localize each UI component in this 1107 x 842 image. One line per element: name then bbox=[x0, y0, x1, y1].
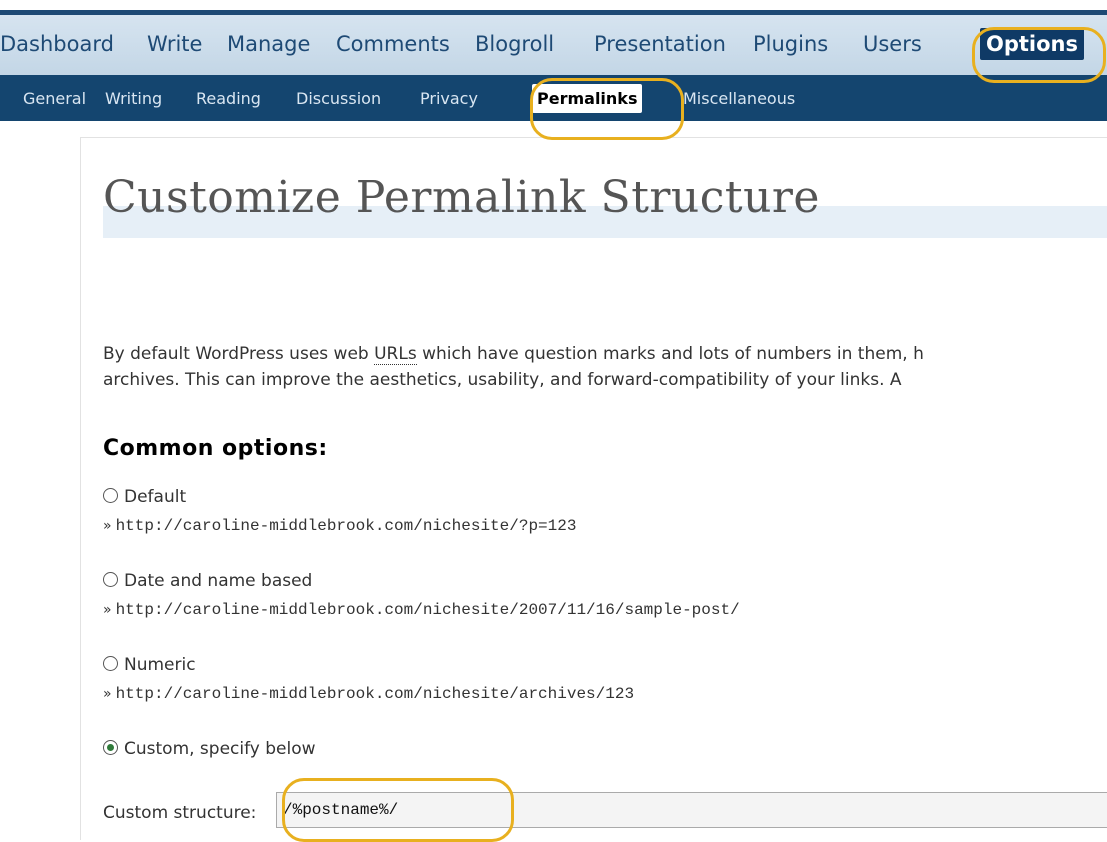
option-date-name-url: http://caroline-middlebrook.com/nichesit… bbox=[115, 601, 740, 619]
menu-item-plugins[interactable]: Plugins bbox=[753, 32, 828, 56]
option-date-name[interactable]: Date and name based bbox=[103, 571, 312, 591]
raquo-icon: » bbox=[103, 686, 112, 702]
raquo-icon: » bbox=[103, 602, 112, 618]
option-numeric-url: http://caroline-middlebrook.com/nichesit… bbox=[115, 685, 635, 703]
radio-default[interactable] bbox=[103, 488, 118, 503]
radio-custom[interactable] bbox=[103, 740, 118, 755]
intro-line-1: By default WordPress uses web URLs which… bbox=[103, 341, 1107, 367]
submenu-item-reading[interactable]: Reading bbox=[196, 89, 261, 108]
submenu-item-discussion[interactable]: Discussion bbox=[296, 89, 381, 108]
menu-item-presentation[interactable]: Presentation bbox=[594, 32, 726, 56]
option-numeric-label: Numeric bbox=[124, 655, 196, 675]
submenu-item-privacy[interactable]: Privacy bbox=[420, 89, 478, 108]
option-custom[interactable]: Custom, specify below bbox=[103, 739, 316, 759]
option-default-label: Default bbox=[124, 487, 187, 507]
intro-text-start: By default WordPress uses web bbox=[103, 344, 375, 364]
menu-item-options[interactable]: Options bbox=[980, 28, 1084, 60]
menu-item-manage[interactable]: Manage bbox=[227, 32, 310, 56]
intro-line-2: archives. This can improve the aesthetic… bbox=[103, 370, 902, 390]
custom-structure-label: Custom structure: bbox=[103, 803, 257, 823]
intro-text-end: which have question marks and lots of nu… bbox=[416, 344, 924, 364]
intro-paragraph: By default WordPress uses web URLs which… bbox=[103, 341, 1107, 393]
option-default-example: » http://caroline-middlebrook.com/nichesi… bbox=[103, 517, 576, 535]
submenu-item-permalinks[interactable]: Permalinks bbox=[532, 84, 643, 113]
admin-submenu: General Writing Reading Discussion Priva… bbox=[0, 75, 1107, 121]
page-title: Customize Permalink Structure bbox=[103, 172, 820, 223]
menu-item-write[interactable]: Write bbox=[147, 32, 202, 56]
radio-date-name[interactable] bbox=[103, 572, 118, 587]
urls-abbreviation: URLs bbox=[374, 344, 417, 365]
option-numeric[interactable]: Numeric bbox=[103, 655, 196, 675]
menu-item-comments[interactable]: Comments bbox=[336, 32, 450, 56]
raquo-icon: » bbox=[103, 518, 112, 534]
main-content: Customize Permalink Structure By default… bbox=[80, 137, 1107, 840]
custom-structure-input[interactable]: /%postname%/ bbox=[276, 792, 1107, 828]
admin-menu: Dashboard Write Manage Comments Blogroll… bbox=[0, 15, 1107, 75]
radio-numeric[interactable] bbox=[103, 656, 118, 671]
submenu-item-general[interactable]: General bbox=[23, 89, 86, 108]
submenu-item-miscellaneous[interactable]: Miscellaneous bbox=[683, 89, 795, 108]
submenu-item-writing[interactable]: Writing bbox=[105, 89, 162, 108]
menu-item-blogroll[interactable]: Blogroll bbox=[475, 32, 554, 56]
option-default[interactable]: Default bbox=[103, 487, 186, 507]
option-date-name-label: Date and name based bbox=[124, 571, 313, 591]
option-default-url: http://caroline-middlebrook.com/nichesit… bbox=[115, 517, 577, 535]
top-stripe bbox=[0, 0, 1107, 10]
menu-item-dashboard[interactable]: Dashboard bbox=[0, 32, 114, 56]
menu-item-users[interactable]: Users bbox=[863, 32, 922, 56]
option-numeric-example: » http://caroline-middlebrook.com/nichesi… bbox=[103, 685, 634, 703]
option-custom-label: Custom, specify below bbox=[124, 739, 316, 759]
option-date-name-example: » http://caroline-middlebrook.com/nichesi… bbox=[103, 601, 740, 619]
common-options-heading: Common options: bbox=[103, 436, 328, 461]
